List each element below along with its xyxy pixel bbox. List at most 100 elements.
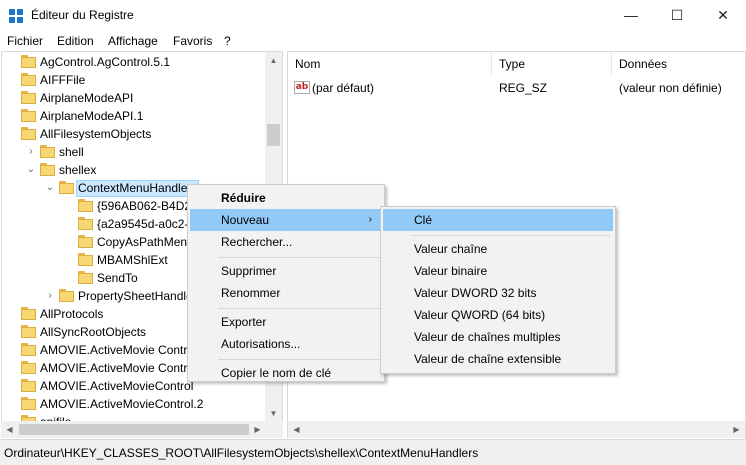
menu-item-label: Exporter (221, 315, 267, 329)
folder-icon (59, 289, 74, 302)
tree-node[interactable]: AllFilesystemObjects (2, 125, 265, 143)
menu-favoris[interactable]: Favoris (173, 34, 212, 48)
tree-node[interactable]: ⌄ shellex (2, 161, 265, 179)
scroll-down-icon[interactable]: ▼ (265, 405, 282, 422)
folder-icon (78, 271, 93, 284)
key-path: Ordinateur\HKEY_CLASSES_ROOT\AllFilesyst… (4, 446, 479, 460)
menu-bar: Fichier Edition Affichage Favoris ? (0, 31, 746, 50)
folder-icon (21, 73, 36, 86)
menu-separator (218, 257, 380, 258)
tree-node[interactable]: AgControl.AgControl.5.1 (2, 53, 265, 71)
folder-icon (21, 91, 36, 104)
menu-item-label: Copier le nom de clé (221, 366, 332, 380)
submenu-item-valeur-binaire[interactable]: Valeur binaire (383, 260, 613, 282)
tree-node[interactable]: AirplaneModeAPI.1 (2, 107, 265, 125)
tree-node-label: CopyAsPathMenu (97, 235, 194, 249)
menu-item-rechercher[interactable]: Rechercher... (190, 231, 382, 253)
value-name: (par défaut) (312, 81, 375, 95)
new-submenu: Clé Valeur chaîne Valeur binaire Valeur … (380, 206, 616, 374)
tree-node-label: AllProtocols (40, 307, 104, 321)
submenu-item-qword[interactable]: Valeur QWORD (64 bits) (383, 304, 613, 326)
submenu-item-multi-string[interactable]: Valeur de chaînes multiples (383, 326, 613, 348)
menu-edition[interactable]: Edition (57, 34, 94, 48)
folder-icon (78, 235, 93, 248)
value-row[interactable]: ab (par défaut) REG_SZ (valeur non défin… (288, 78, 746, 98)
submenu-item-dword[interactable]: Valeur DWORD 32 bits (383, 282, 613, 304)
folder-icon (40, 163, 55, 176)
scroll-left-icon[interactable]: ◀ (1, 421, 18, 438)
string-value-icon: ab (294, 81, 310, 94)
folder-icon (21, 343, 36, 356)
folder-icon (21, 55, 36, 68)
menu-item-label: Clé (414, 213, 433, 227)
menu-item-label: Supprimer (221, 264, 277, 278)
chevron-down-icon[interactable]: ⌄ (26, 164, 36, 176)
folder-icon (59, 181, 74, 194)
minimize-button[interactable]: — (608, 0, 654, 31)
menu-separator (218, 308, 380, 309)
folder-icon (21, 325, 36, 338)
tree-node-label: AMOVIE.ActiveMovie Control (40, 343, 197, 357)
menu-item-renommer[interactable]: Renommer (190, 282, 382, 304)
close-button[interactable]: ✕ (700, 0, 746, 31)
menu-affichage[interactable]: Affichage (108, 34, 158, 48)
chevron-right-icon[interactable]: › (45, 290, 55, 302)
tree-node-label: AMOVIE.ActiveMovie Control.2 (40, 361, 207, 375)
tree-node-label: SendTo (97, 271, 138, 285)
tree-node[interactable]: AIFFFile (2, 71, 265, 89)
folder-icon (21, 379, 36, 392)
menu-item-copier-nom-cle[interactable]: Copier le nom de clé (190, 362, 382, 384)
chevron-down-icon[interactable]: ⌄ (45, 182, 55, 194)
column-header-type[interactable]: Type (492, 52, 612, 76)
menu-item-reduire[interactable]: Réduire (190, 187, 382, 209)
tree-node-label: AgControl.AgControl.5.1 (40, 55, 171, 69)
menu-item-label: Valeur QWORD (64 bits) (414, 308, 546, 322)
submenu-item-valeur-chaine[interactable]: Valeur chaîne (383, 238, 613, 260)
scroll-left-icon[interactable]: ◀ (288, 421, 305, 438)
menu-item-label: Rechercher... (221, 235, 293, 249)
folder-icon (78, 253, 93, 266)
scroll-thumb[interactable] (267, 124, 280, 146)
column-header-donnees[interactable]: Données (612, 52, 745, 76)
value-data: (valeur non définie) (619, 81, 722, 95)
menu-item-exporter[interactable]: Exporter (190, 311, 382, 333)
tree-node-label: AMOVIE.ActiveMovieControl (40, 379, 194, 393)
column-header-nom[interactable]: Nom (288, 52, 492, 76)
scroll-right-icon[interactable]: ▶ (249, 421, 266, 438)
scroll-thumb-horizontal[interactable] (19, 424, 249, 435)
tree-node[interactable]: AirplaneModeAPI (2, 89, 265, 107)
menu-item-autorisations[interactable]: Autorisations... (190, 333, 382, 355)
menu-item-supprimer[interactable]: Supprimer (190, 260, 382, 282)
tree-horizontal-scrollbar[interactable]: ◀ ▶ (1, 421, 283, 438)
submenu-item-cle[interactable]: Clé (383, 209, 613, 231)
tree-node-label: ContextMenuHandlers (76, 180, 200, 197)
menu-separator (411, 235, 611, 236)
maximize-button[interactable]: ☐ (654, 0, 700, 31)
tree-node-label: shellex (59, 163, 97, 177)
scroll-up-icon[interactable]: ▲ (265, 52, 282, 69)
values-horizontal-scrollbar[interactable]: ◀ ▶ (288, 421, 745, 438)
folder-icon (40, 145, 55, 158)
tree-node-label: AllSyncRootObjects (40, 325, 147, 339)
menu-item-label: Renommer (221, 286, 281, 300)
menu-separator (218, 359, 380, 360)
submenu-item-expandable-string[interactable]: Valeur de chaîne extensible (383, 348, 613, 370)
menu-item-label: Valeur binaire (414, 264, 488, 278)
menu-item-label: Autorisations... (221, 337, 301, 351)
menu-help[interactable]: ? (224, 34, 231, 48)
tree-node-label: MBAMShlExt (97, 253, 168, 267)
menu-item-label: Réduire (221, 191, 266, 205)
tree-node-label: shell (59, 145, 84, 159)
chevron-right-icon[interactable]: › (26, 146, 36, 158)
tree-node[interactable]: › shell (2, 143, 265, 161)
tree-node[interactable]: AMOVIE.ActiveMovieControl.2 (2, 395, 265, 413)
folder-icon (21, 109, 36, 122)
menu-fichier[interactable]: Fichier (7, 34, 43, 48)
menu-item-nouveau[interactable]: Nouveau › (190, 209, 382, 231)
folder-icon (78, 217, 93, 230)
folder-icon (21, 127, 36, 140)
menu-item-label: Valeur chaîne (414, 242, 488, 256)
folder-icon (21, 307, 36, 320)
menu-item-label: Valeur DWORD 32 bits (414, 286, 537, 300)
scroll-right-icon[interactable]: ▶ (728, 421, 745, 438)
